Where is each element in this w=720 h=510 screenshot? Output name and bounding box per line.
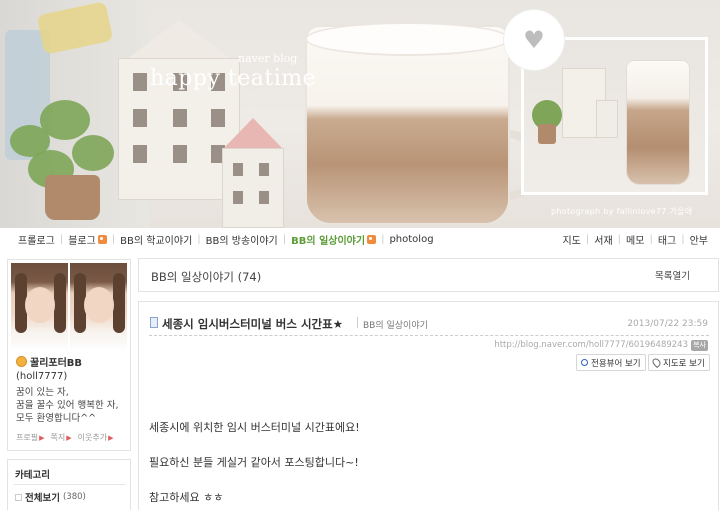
heart-icon: ♥ — [523, 26, 545, 54]
menu-divider: | — [111, 234, 116, 245]
menu-divider: | — [649, 234, 653, 245]
banner-plant — [40, 100, 90, 140]
post-body-line: 필요하신 분들 게실거 같아서 포스팅합니다~! — [149, 456, 359, 469]
divider — [14, 484, 126, 485]
divider — [357, 317, 358, 328]
menu-prologue[interactable]: 프롤로그 — [18, 232, 55, 247]
menu-left: 프롤로그 | 블로그 | BB의 학교이야기 | BB의 방송이야기 | BB의… — [18, 232, 434, 247]
blog-menu: 프롤로그 | 블로그 | BB의 학교이야기 | BB의 방송이야기 | BB의… — [0, 232, 720, 250]
profile-box: 꿀리포터BB (holl7777) 꿈이 있는 자, 꿈을 꿀수 있어 행복한 … — [7, 259, 131, 451]
profile-nickname: 꿀리포터BB — [30, 358, 83, 369]
post-date: 2013/07/22 23:59 — [627, 319, 708, 329]
copy-url-button[interactable]: 복사 — [691, 340, 708, 351]
banner-cup-rim — [305, 22, 510, 56]
profile-photo — [70, 263, 127, 349]
menu-divider: | — [282, 234, 287, 245]
menu-divider: | — [59, 234, 64, 245]
profile-user-id: (holl7777) — [16, 371, 68, 382]
post-url[interactable]: http://blog.naver.com/holl7777/601964892… — [494, 340, 688, 350]
blog-title[interactable]: happy teatime — [150, 66, 316, 91]
user-badge-icon — [16, 356, 27, 367]
dedicated-viewer-button[interactable]: 전용뷰어 보기 — [576, 354, 646, 371]
open-list-button[interactable]: 목록열기 — [655, 268, 690, 282]
post-category[interactable]: BB의 일상이야기 — [363, 318, 428, 331]
divider — [149, 335, 709, 336]
profile-photo — [11, 263, 68, 349]
profile-intro: 꿈이 있는 자, 꿈을 꿀수 있어 행복한 자, 모두 환영합니다^^ — [16, 386, 130, 425]
menu-divider: | — [585, 234, 590, 245]
banner-plant — [72, 135, 114, 171]
menu-library[interactable]: 서재 — [594, 232, 612, 247]
menu-map[interactable]: 지도 — [562, 232, 580, 247]
banner-subtitle: naver blog — [238, 52, 298, 65]
category-title: 카테고리 — [15, 470, 50, 481]
profile-nickname-row: 꿀리포터BB (holl7777) — [16, 356, 128, 383]
menu-right: 지도 | 서재 | 메모 | 태그 | 안부 — [562, 232, 708, 247]
profile-link[interactable]: 프로필▶ — [16, 432, 44, 443]
profile-intro-line: 꿈이 있는 자, — [16, 387, 69, 398]
folder-icon — [15, 493, 22, 501]
post-body-line: 세종시에 위치한 임시 버스터미널 시간표에요! — [149, 421, 360, 434]
rss-icon[interactable] — [367, 235, 377, 244]
menu-school-stories[interactable]: BB의 학교이야기 — [120, 232, 192, 247]
photo-credit: photograph by fallinlove77.가을애 — [551, 207, 693, 216]
banner-small-house-figurine — [222, 118, 284, 228]
message-link[interactable]: 쪽지▶ — [50, 432, 71, 443]
profile-links: 프로필▶ 쪽지▶ 이웃추가▶ — [16, 432, 113, 443]
heart-bubble[interactable]: ♥ — [504, 10, 564, 70]
profile-intro-line: 모두 환영합니다^^ — [16, 413, 97, 424]
menu-blog[interactable]: 블로그 — [68, 232, 107, 247]
menu-divider: | — [381, 234, 385, 245]
profile-intro-line: 꿈을 꿀수 있어 행복한 자, — [16, 400, 119, 411]
post: 세종시 임시버스터미널 버스 시간표★ BB의 일상이야기 2013/07/22… — [138, 301, 719, 510]
menu-daily-stories[interactable]: BB의 일상이야기 — [291, 232, 377, 247]
category-heading: BB의 일상이야기 (74) — [151, 270, 262, 284]
banner-plant-pot — [45, 175, 100, 220]
menu-tags[interactable]: 태그 — [658, 232, 676, 247]
menu-divider: | — [197, 234, 201, 245]
view-map-button[interactable]: 지도로 보기 — [648, 354, 710, 371]
add-neighbor-link[interactable]: 이웃추가▶ — [78, 432, 114, 443]
menu-divider: | — [617, 234, 622, 245]
menu-photolog[interactable]: photolog — [389, 234, 433, 245]
category-header: BB의 일상이야기 (74) 목록열기 — [138, 258, 719, 292]
menu-memo[interactable]: 메모 — [626, 232, 644, 247]
profile-photos[interactable] — [11, 263, 127, 349]
rss-icon[interactable] — [97, 235, 107, 244]
search-icon — [581, 359, 588, 366]
post-body-line: 참고하세요 ㅎㅎ — [149, 491, 224, 504]
map-pin-icon — [650, 356, 663, 369]
menu-broadcast-stories[interactable]: BB의 방송이야기 — [206, 232, 278, 247]
post-title[interactable]: 세종시 임시버스터미널 버스 시간표★ — [162, 316, 343, 332]
menu-divider: | — [681, 234, 685, 245]
category-box: 카테고리 전체보기 (380) — [7, 459, 131, 510]
blog-banner: naver blog happy teatime ♥ photograph by… — [0, 0, 720, 228]
category-item-all[interactable]: 전체보기 (380) — [15, 490, 86, 504]
document-icon — [150, 317, 158, 328]
menu-guestbook[interactable]: 안부 — [690, 232, 708, 247]
